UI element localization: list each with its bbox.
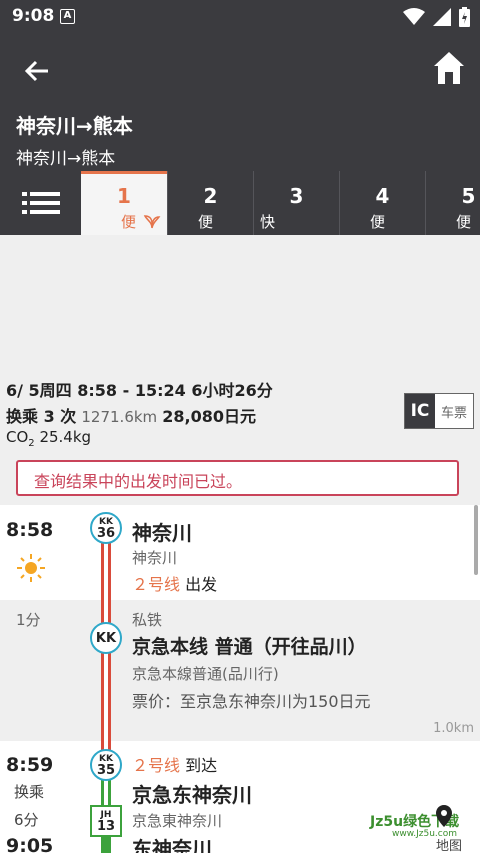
page-subtitle: 神奈川→熊本 — [16, 149, 116, 169]
station-code-marker: KK 36 — [90, 512, 122, 544]
platform-action: 到达 — [185, 756, 218, 775]
status-icons — [403, 6, 470, 28]
notification-icon: A — [60, 9, 75, 24]
warning-message: 查询结果中的出发时间已过。 — [16, 460, 459, 496]
train-name-local: 京急本線普通(品川行) — [132, 665, 279, 683]
co2-summary: CO2 25.4kg — [6, 428, 91, 449]
platform-number: ２号线 — [132, 756, 181, 775]
station-code-marker-jh: JH 13 — [90, 805, 122, 837]
list-menu-button[interactable] — [0, 171, 81, 235]
station-code-number: 13 — [96, 819, 116, 834]
train-category: 私铁 — [132, 611, 163, 629]
wifi-icon — [403, 8, 425, 25]
ic-label: IC — [405, 394, 435, 428]
tab-type: 便 — [198, 213, 214, 231]
departure-time: 8:58 — [6, 519, 54, 541]
back-arrow-icon[interactable] — [20, 54, 54, 88]
arrival-time: 8:59 — [6, 754, 54, 776]
status-bar: 9:08 A — [0, 0, 480, 34]
line-code-marker: KK — [90, 622, 122, 654]
eco-leaf-icon — [143, 215, 161, 229]
station-code-number: 36 — [96, 526, 116, 541]
tab-type: 便 — [370, 213, 386, 231]
transfer-label: 换乘 — [14, 783, 45, 801]
tab-number: 5 — [461, 184, 476, 208]
tab-number: 4 — [375, 184, 390, 208]
scrollbar[interactable] — [474, 505, 478, 575]
tab-number: 1 — [117, 184, 131, 208]
platform-number: ２号线 — [132, 575, 181, 594]
transfer-duration: 6分 — [14, 811, 39, 829]
map-button[interactable]: 地图 — [436, 835, 462, 853]
list-icon — [21, 192, 60, 214]
departure-time: 9:05 — [6, 835, 54, 853]
map-pin-icon[interactable] — [436, 805, 452, 827]
platform-action: 出发 — [185, 575, 218, 594]
battery-icon — [459, 7, 470, 27]
date-time-summary: 6/ 5周四 8:58 - 15:24 6小时26分 — [6, 381, 273, 400]
transfer-summary: 换乘 3 次 1271.6km 28,080日元 — [6, 403, 256, 427]
fare-info: 票价：至京急东神奈川为150日元 — [132, 692, 371, 711]
station-name-local: 神奈川 — [132, 549, 178, 567]
tab-route-5[interactable]: 5 便 — [425, 171, 480, 235]
station-name-local: 京急東神奈川 — [132, 812, 223, 830]
route-summary: 6/ 5周四 8:58 - 15:24 6小时26分 换乘 3 次 1271.6… — [0, 375, 480, 505]
station-code-marker: KK 35 — [90, 749, 122, 781]
platform-info: ２号线 出发 — [132, 571, 217, 595]
ic-ticket-toggle[interactable]: IC 车票 — [404, 393, 474, 429]
total-price: 28,080日元 — [162, 407, 257, 426]
transfer-count: 换乘 3 次 — [6, 407, 77, 426]
app-bar: 神奈川→熊本 神奈川→熊本 — [0, 34, 480, 171]
blank-area — [0, 235, 480, 375]
tab-route-3[interactable]: 3 快 — [253, 171, 339, 235]
tab-type: 快 — [260, 213, 276, 231]
watermark: Jz5u绿色下载 www.Jz5u.com 地图 — [370, 805, 476, 853]
route-tab-bar: 1 便 2 便 3 快 4 便 5 便 — [0, 171, 480, 235]
page-title: 神奈川→熊本 — [16, 114, 133, 138]
signal-icon — [433, 8, 451, 26]
tab-type: 便 — [121, 213, 137, 231]
station-name[interactable]: 东神奈川 — [132, 833, 212, 853]
station-code-number: 35 — [96, 763, 116, 778]
station-name[interactable]: 神奈川 — [132, 517, 192, 546]
tab-number: 3 — [289, 184, 304, 208]
rail-line — [101, 777, 111, 807]
co2-label: CO — [6, 428, 29, 446]
status-time: 9:08 — [12, 6, 55, 26]
platform-info: ２号线 到达 — [132, 752, 217, 776]
ride-duration: 1分 — [16, 611, 41, 629]
tab-type: 便 — [456, 213, 472, 231]
ticket-label: 车票 — [440, 405, 467, 421]
home-icon[interactable] — [432, 50, 466, 86]
tab-route-1[interactable]: 1 便 — [81, 171, 167, 235]
co2-subscript: 2 — [28, 438, 35, 449]
route-detail: 8:58 KK 36 神奈川 神奈川 ２号线 出发 1分 私铁 KK 京急本线 … — [0, 505, 480, 853]
co2-value: 25.4kg — [39, 428, 92, 446]
segment-distance: 1.0km — [433, 721, 474, 736]
tab-number: 2 — [203, 184, 218, 208]
sunny-weather-icon — [17, 554, 45, 582]
tab-route-2[interactable]: 2 便 — [167, 171, 253, 235]
station-name[interactable]: 京急东神奈川 — [132, 779, 252, 808]
total-distance: 1271.6km — [81, 408, 158, 426]
train-name[interactable]: 京急本线 普通（开往品川） — [132, 632, 367, 659]
tab-route-4[interactable]: 4 便 — [339, 171, 425, 235]
